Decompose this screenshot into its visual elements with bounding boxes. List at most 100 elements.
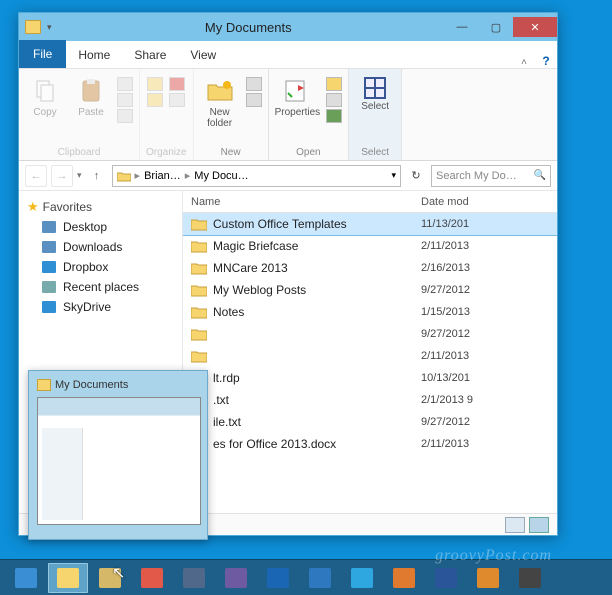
move-to-icon[interactable]	[147, 77, 163, 91]
star-icon: ★	[27, 199, 39, 215]
file-row[interactable]: .txt2/1/2013 9	[183, 389, 557, 411]
file-row[interactable]: Magic Briefcase2/11/2013	[183, 235, 557, 257]
file-row[interactable]: es for Office 2013.docx2/11/2013	[183, 433, 557, 455]
folder-icon	[191, 216, 209, 232]
new-folder-label: New folder	[207, 107, 232, 129]
taskbar-app4[interactable]	[510, 563, 550, 593]
tab-file[interactable]: File	[19, 40, 66, 68]
open-icon[interactable]	[326, 77, 342, 91]
delete-icon[interactable]	[169, 77, 185, 91]
taskbar-skype[interactable]	[342, 563, 382, 593]
ribbon: Copy Paste Clipboard	[19, 69, 557, 161]
file-row[interactable]: My Weblog Posts9/27/2012	[183, 279, 557, 301]
paste-button[interactable]: Paste	[71, 73, 111, 118]
file-row[interactable]: Notes1/15/2013	[183, 301, 557, 323]
ribbon-tabs: File Home Share View ˄ ?	[19, 41, 557, 69]
up-button[interactable]: ↑	[86, 165, 108, 187]
tab-view[interactable]: View	[178, 42, 228, 68]
taskbar-file-explorer[interactable]	[48, 563, 88, 593]
app2-icon	[225, 568, 247, 588]
maximize-button[interactable]: ▢	[479, 17, 513, 37]
paste-shortcut-icon[interactable]	[117, 109, 133, 123]
new-item-icon[interactable]	[246, 77, 262, 91]
breadcrumb[interactable]: ▸ Brian… ▸ My Docu… ▾	[112, 165, 401, 187]
help-button[interactable]: ?	[535, 54, 557, 68]
taskbar-firefox[interactable]	[384, 563, 424, 593]
address-bar: ← → ▾ ↑ ▸ Brian… ▸ My Docu… ▾ ↻ Search M…	[19, 161, 557, 191]
ie-icon	[15, 568, 37, 588]
file-row[interactable]: 2/11/2013	[183, 345, 557, 367]
desktop-icon	[41, 220, 57, 234]
folder-icon	[37, 379, 51, 391]
taskbar-app1[interactable]	[90, 563, 130, 593]
column-headers[interactable]: Name Date mod	[183, 191, 557, 213]
taskbar-vlc[interactable]	[468, 563, 508, 593]
taskbar-app2[interactable]	[216, 563, 256, 593]
file-row[interactable]: lt.rdp10/13/201	[183, 367, 557, 389]
taskbar-preview[interactable]: My Documents	[28, 370, 208, 540]
taskbar-ie[interactable]	[6, 563, 46, 593]
cut-icon[interactable]	[117, 77, 133, 91]
file-row[interactable]: 9/27/2012	[183, 323, 557, 345]
taskbar-chrome[interactable]	[132, 563, 172, 593]
select-button[interactable]: Select	[355, 73, 395, 112]
history-dropdown[interactable]: ▾	[77, 170, 82, 181]
back-button[interactable]: ←	[25, 165, 47, 187]
watermark: groovyPost.com	[435, 547, 552, 565]
window-title: My Documents	[52, 20, 445, 35]
minimize-button[interactable]: —	[445, 17, 479, 37]
skype-icon	[351, 568, 373, 588]
file-list-pane: Name Date mod Custom Office Templates11/…	[183, 191, 557, 531]
chrome-icon	[141, 568, 163, 588]
file-explorer-icon	[57, 568, 79, 588]
edit-icon[interactable]	[326, 93, 342, 107]
taskbar-word[interactable]	[426, 563, 466, 593]
new-folder-button[interactable]: New folder	[200, 73, 240, 129]
ribbon-group-select: Select Select	[349, 69, 402, 160]
folder-icon	[191, 238, 209, 254]
col-name[interactable]: Name	[191, 196, 421, 208]
easy-access-icon[interactable]	[246, 93, 262, 107]
copy-to-icon[interactable]	[147, 93, 163, 107]
sidebar-item-downloads[interactable]: Downloads	[19, 237, 182, 257]
ribbon-group-new: New folder New	[194, 69, 269, 160]
copy-button[interactable]: Copy	[25, 73, 65, 118]
folder-icon	[191, 282, 209, 298]
ribbon-group-organize: Organize	[140, 69, 194, 160]
ribbon-collapse-icon[interactable]: ˄	[513, 57, 535, 68]
search-icon: 🔍	[534, 170, 546, 181]
taskbar-outlook[interactable]	[258, 563, 298, 593]
sidebar-item-recent[interactable]: Recent places	[19, 277, 182, 297]
folder-icon	[191, 348, 209, 364]
preview-thumbnail[interactable]	[37, 397, 201, 525]
properties-button[interactable]: Properties	[275, 73, 321, 118]
folder-icon	[191, 326, 209, 342]
app3-icon	[309, 568, 331, 588]
taskbar-app3[interactable]	[300, 563, 340, 593]
steam-icon	[183, 568, 205, 588]
tab-home[interactable]: Home	[66, 42, 122, 68]
close-button[interactable]: ✕	[513, 17, 557, 37]
sidebar-item-dropbox[interactable]: Dropbox	[19, 257, 182, 277]
col-date[interactable]: Date mod	[421, 196, 557, 208]
app1-icon	[99, 568, 121, 588]
copy-path-icon[interactable]	[117, 93, 133, 107]
vlc-icon	[477, 568, 499, 588]
forward-button[interactable]: →	[51, 165, 73, 187]
history-icon[interactable]	[326, 109, 342, 123]
file-row[interactable]: ile.txt9/27/2012	[183, 411, 557, 433]
file-row[interactable]: MNCare 20132/16/2013	[183, 257, 557, 279]
details-view-button[interactable]	[505, 517, 525, 533]
sidebar-item-skydrive[interactable]: SkyDrive	[19, 297, 182, 317]
favorites-header[interactable]: ★ Favorites	[19, 197, 182, 217]
refresh-button[interactable]: ↻	[405, 165, 427, 187]
icons-view-button[interactable]	[529, 517, 549, 533]
folder-icon	[191, 260, 209, 276]
rename-icon[interactable]	[169, 93, 185, 107]
sidebar-item-desktop[interactable]: Desktop	[19, 217, 182, 237]
search-input[interactable]: Search My Do… 🔍	[431, 165, 551, 187]
tab-share[interactable]: Share	[122, 42, 178, 68]
taskbar-steam[interactable]	[174, 563, 214, 593]
titlebar[interactable]: ▾ My Documents — ▢ ✕	[19, 13, 557, 41]
file-row[interactable]: Custom Office Templates11/13/201	[183, 213, 557, 235]
